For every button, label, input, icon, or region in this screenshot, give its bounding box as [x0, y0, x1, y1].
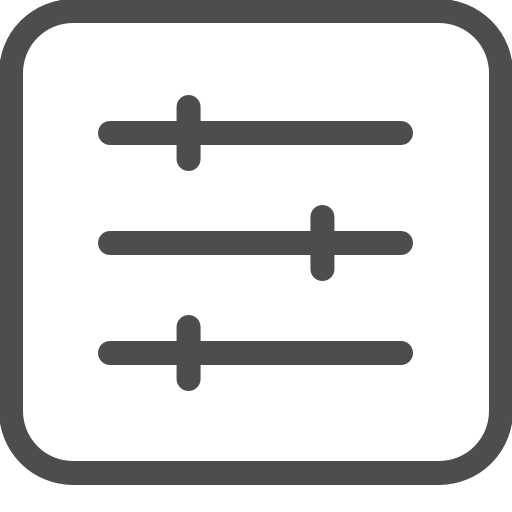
sliders-settings-icon-svg: [0, 0, 512, 485]
slider-middle: [98, 205, 413, 281]
sliders-group: [98, 95, 413, 391]
slider-top: [98, 95, 413, 171]
slider-bottom: [98, 315, 413, 391]
sliders-settings-icon: [0, 0, 512, 512]
